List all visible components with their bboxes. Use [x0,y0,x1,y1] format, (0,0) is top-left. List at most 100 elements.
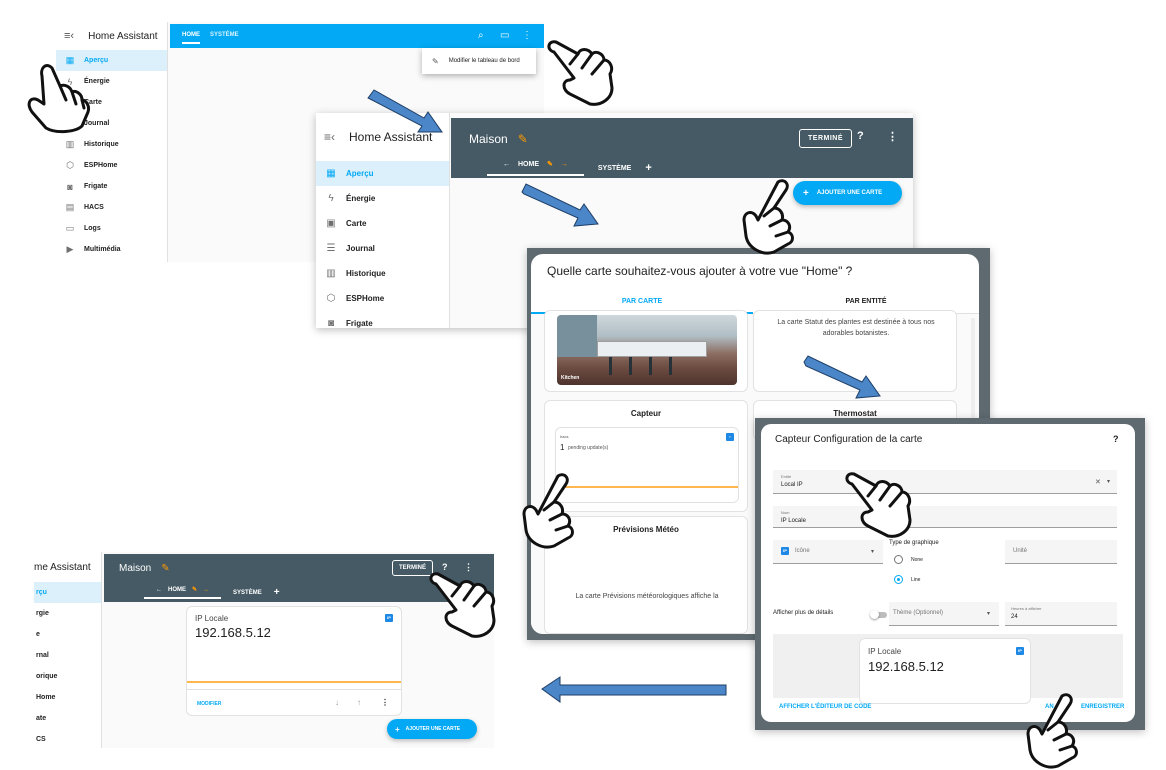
sidebar-item-apercu[interactable]: rçu [34,582,101,603]
menu-icon[interactable]: ≡‹ [324,130,335,144]
pencil-icon[interactable]: ✎ [192,586,197,593]
arrow-left-icon[interactable]: ← [503,161,510,168]
sidebar-item-frigate[interactable]: ◙ Frigate [56,176,167,197]
tab-systeme[interactable]: SYSTÈME [210,32,239,44]
done-button[interactable]: TERMINÉ [799,129,852,148]
show-code-editor-button[interactable]: AFFICHER L'ÉDITEUR DE CODE [779,704,871,710]
sidebar-item-hacs[interactable]: ▤ HACS [56,197,167,218]
sidebar-item-esphome[interactable]: ⬡ ESPHome [56,155,167,176]
tab-systeme[interactable]: SYSTÈME [233,590,262,596]
arrow-down-icon[interactable]: ↓ [335,698,339,707]
unit-field[interactable]: Unité [1005,540,1117,564]
sidebar-item-historique[interactable]: orique [34,666,101,687]
sidebar-item-journal[interactable]: ☰ Journal [316,236,449,261]
sidebar-item-label: Carte [346,219,367,228]
menu-icon[interactable]: ≡‹ [64,30,74,42]
sidebar: ≡‹ Home Assistant ▦Aperçu ϟÉnergie ▣Cart… [316,113,450,328]
entity-field[interactable]: Entité Local IP ✕ ▾ [773,470,1117,494]
sidebar-item-hacs[interactable]: CS [34,729,101,748]
sensor-value: 1 [560,443,565,452]
name-label: Nom [781,510,790,515]
add-view-icon[interactable]: + [645,162,651,174]
more-options-icon[interactable]: ⋮ [887,130,898,143]
add-card-label: AJOUTER UNE CARTE [816,190,883,196]
pointing-hand-icon [429,572,496,638]
sidebar-item-energie[interactable]: rgie [34,603,101,624]
sidebar-item-multimedia[interactable]: ▶ Multimédia [56,239,167,260]
add-card-button[interactable]: + AJOUTER UNE CARTE [387,719,477,739]
tab-by-card[interactable]: PAR CARTE [531,298,753,305]
help-icon[interactable]: ? [1113,434,1119,444]
hours-field[interactable]: Heures à afficher 24 [1005,602,1117,626]
arrow-up-icon[interactable]: ↑ [357,698,361,707]
arrow-right-icon[interactable]: → [561,161,568,168]
sidebar-item-energie[interactable]: ϟ Énergie [316,186,449,211]
dropdown-icon[interactable]: ▾ [871,548,874,555]
sidebar-item-label: Aperçu [346,169,374,178]
app-title: Home Assistant [88,30,158,42]
media-icon: ▶ [66,244,74,254]
sidebar-item-label: ESPHome [346,294,385,303]
pencil-icon[interactable]: ✎ [161,563,169,574]
sidebar-item-apercu[interactable]: ▦ Aperçu [316,161,449,186]
sidebar-item-logs[interactable]: ▭ Logs [56,218,167,239]
dropdown-icon[interactable]: ▾ [987,610,990,617]
tab-home[interactable]: HOME [182,32,200,44]
clear-icon[interactable]: ✕ [1095,478,1101,486]
sidebar-item-carte[interactable]: ▣ Carte [316,211,449,236]
arrow-left-icon[interactable]: ← [156,587,162,593]
search-icon[interactable]: ⌕ [478,30,484,41]
pointing-hand-icon [522,473,574,549]
add-view-icon[interactable]: + [274,587,280,598]
sidebar-item-historique[interactable]: ▥ Historique [316,261,449,286]
help-icon[interactable]: ? [857,130,864,142]
icon-label: Icône [795,548,810,554]
theme-field[interactable]: Thème (Optionnel) ▾ [889,602,999,626]
sidebar-item-label: Journal [346,244,375,253]
tab-systeme[interactable]: SYSTÈME [598,165,631,172]
divider [187,689,401,690]
view-tabs: HOME SYSTÈME [182,32,239,44]
pointing-hand-icon [1026,693,1078,769]
name-field[interactable]: Nom IP Locale [773,506,1117,528]
radio-none[interactable] [894,555,903,564]
picture-card-preview[interactable]: Kitchen [544,310,748,392]
more-details-label: Afficher plus de détails [773,610,834,616]
sidebar-item-historique[interactable]: ▥ Historique [56,134,167,155]
card-label: IP Locale [195,614,229,623]
hours-label: Heures à afficher [1011,606,1042,611]
chart-icon: ▥ [65,139,75,149]
sidebar-item-frigate[interactable]: ate [34,708,101,729]
sidebar-item-frigate[interactable]: ◙ Frigate [316,311,449,328]
pencil-icon[interactable]: ✎ [547,160,553,168]
assist-icon[interactable]: ▭ [500,30,509,41]
sidebar-item-journal[interactable]: rnal [34,645,101,666]
preview-label: IP Locale [868,647,902,656]
arrow-right-icon[interactable]: → [203,587,209,593]
plus-icon: + [395,724,400,734]
more-options-icon[interactable]: ⋮ [522,30,532,41]
radio-line[interactable] [894,575,903,584]
app-title: me Assistant [34,561,91,573]
camera-icon: ◙ [327,318,335,328]
tab-by-entity[interactable]: PAR ENTITÉ [753,298,979,305]
dropdown-icon[interactable]: ▾ [1107,478,1110,485]
tab-home[interactable]: ← HOME ✎ → [144,586,222,599]
sidebar-item-esphome[interactable]: ⬡ ESPHome [316,286,449,311]
pointing-hand-icon [845,472,912,538]
sidebar-item-label: Énergie [346,194,376,203]
weather-card-description: La carte Prévisions météorologiques affi… [575,593,719,600]
sidebar-item-esphome[interactable]: Home [34,687,101,708]
edit-card-button[interactable]: MODIFIER [197,701,221,707]
card-config-dialog: Capteur Configuration de la carte ? Enti… [761,424,1135,722]
menu-item-edit-dashboard[interactable]: Modifier le tableau de bord [449,58,520,64]
entity-value: Local IP [781,482,803,488]
tab-home[interactable]: ← HOME ✎ → [487,160,584,176]
ip-sensor-card[interactable]: IP Locale IP 192.168.5.12 MODIFIER ↓ ↑ ⋮ [186,606,402,716]
sidebar-item-carte[interactable]: e [34,624,101,645]
more-options-icon[interactable]: ⋮ [381,698,389,707]
more-details-toggle[interactable] [870,610,887,619]
sidebar-header: ≡‹ Home Assistant [56,22,167,50]
card-title: Thermostat [833,409,877,418]
pencil-icon[interactable]: ✎ [518,132,528,146]
